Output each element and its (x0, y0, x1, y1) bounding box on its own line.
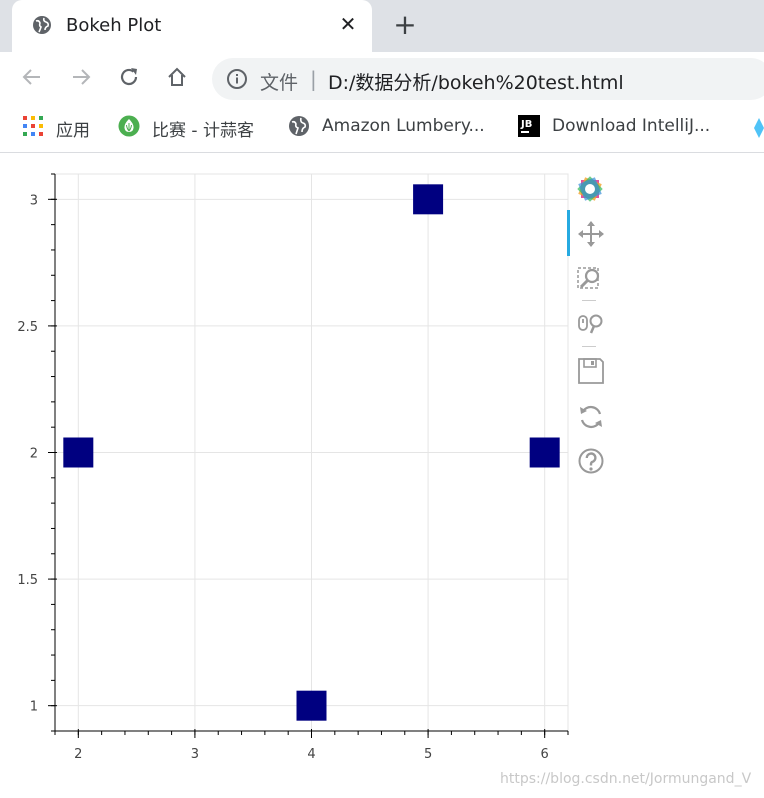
address-bar[interactable]: 文件 | D:/数据分析/bokeh%20test.html (212, 58, 764, 100)
browser-tab[interactable]: Bokeh Plot ✕ (12, 0, 372, 52)
active-tool-indicator (567, 210, 570, 256)
save-tool-icon[interactable] (576, 356, 606, 386)
x-tick-label: 6 (541, 747, 549, 762)
bokeh-plot[interactable]: 2 3 4 5 6 1 1.5 2 2.5 3 (0, 154, 764, 798)
y-tick-label: 2 (30, 447, 38, 462)
x-tick-label: 4 (307, 747, 315, 762)
y-tick-label: 2.5 (17, 320, 38, 335)
axes: 2 3 4 5 6 1 1.5 2 2.5 3 (17, 173, 569, 762)
info-icon[interactable] (226, 68, 248, 90)
forward-arrow-icon[interactable] (69, 65, 93, 89)
x-tick-label: 2 (74, 747, 82, 762)
square-marker (529, 437, 560, 468)
bookmark-label: Amazon Lumbery... (322, 116, 485, 136)
scatter-chart[interactable]: 2 3 4 5 6 1 1.5 2 2.5 3 (0, 154, 764, 798)
bookmark-overflow-icon[interactable] (749, 116, 764, 140)
omnibox-separator: | (310, 67, 317, 91)
bookmark-label: 应用 (56, 121, 90, 141)
pan-tool-icon[interactable] (576, 219, 606, 249)
url-text[interactable]: D:/数据分析/bokeh%20test.html (328, 68, 624, 95)
bookmarks-bar: 应用 比赛 - 计蒜客 Amazon Lumbery... JB Downloa… (0, 104, 764, 153)
square-marker (63, 437, 94, 468)
tab-title: Bokeh Plot (66, 15, 162, 36)
bookmark-label: 比赛 - 计蒜客 (152, 121, 254, 141)
y-tick-label: 3 (30, 193, 38, 208)
reset-tool-icon[interactable] (576, 402, 606, 432)
globe-icon (289, 116, 309, 136)
x-tick-label: 5 (424, 747, 432, 762)
bookmark-label: Download IntelliJ... (552, 116, 711, 136)
back-arrow-icon[interactable] (20, 65, 44, 89)
square-marker (413, 184, 444, 215)
globe-icon (33, 16, 51, 34)
toolbar-divider (582, 346, 596, 347)
y-tick-label: 1.5 (17, 573, 38, 588)
bokeh-logo-icon[interactable] (575, 174, 605, 204)
jetbrains-logo-icon: JB (518, 115, 540, 137)
tab-strip: Bokeh Plot ✕ + (0, 0, 764, 52)
watermark: https://blog.csdn.net/Jormungand_V (500, 771, 752, 787)
wheel-zoom-tool-icon[interactable] (576, 309, 606, 339)
garlic-logo-icon (118, 115, 140, 137)
x-tick-label: 3 (191, 747, 199, 762)
new-tab-button[interactable]: + (392, 11, 418, 39)
reload-icon[interactable] (117, 65, 141, 89)
close-tab-icon[interactable]: ✕ (337, 13, 359, 35)
square-marker (296, 690, 327, 721)
bookmark-jisuanke[interactable]: 比赛 - 计蒜客 (118, 114, 278, 141)
bookmark-intellij[interactable]: JB Download IntelliJ... (518, 114, 728, 140)
box-zoom-tool-icon[interactable] (576, 264, 606, 294)
help-tool-icon[interactable] (576, 446, 606, 476)
home-icon[interactable] (165, 65, 189, 89)
svg-text:JB: JB (520, 119, 532, 130)
bookmark-amazon-lumberyard[interactable]: Amazon Lumbery... (288, 114, 498, 140)
grid-lines (54, 173, 569, 732)
bookmark-apps[interactable]: 应用 (22, 114, 102, 141)
security-label: 文件 (260, 72, 299, 94)
browser-toolbar: 文件 | D:/数据分析/bokeh%20test.html (0, 52, 764, 104)
apps-grid-icon (23, 116, 43, 136)
y-tick-label: 1 (30, 700, 38, 715)
toolbar-divider (582, 300, 596, 301)
